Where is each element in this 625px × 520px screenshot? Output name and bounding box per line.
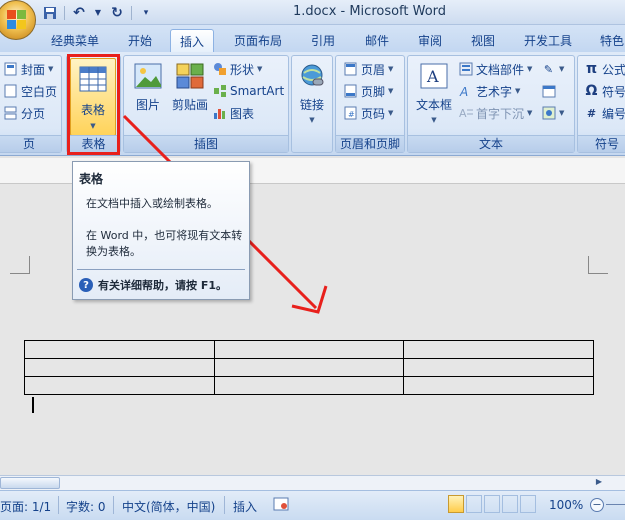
tooltip-description: 在文档中插入或绘制表格。 xyxy=(86,197,218,210)
tooltip-detail: 在 Word 中，也可将现有文本转换为表格。 xyxy=(86,229,243,258)
table-tooltip: 表格 在文档中插入或绘制表格。 在 Word 中，也可将现有文本转换为表格。 ?… xyxy=(72,161,250,300)
tooltip-divider xyxy=(77,269,245,270)
tooltip-title: 表格 xyxy=(79,172,104,186)
tooltip-help: ? 有关详细帮助，请按 F1。 xyxy=(79,277,227,293)
help-icon: ? xyxy=(79,278,93,292)
